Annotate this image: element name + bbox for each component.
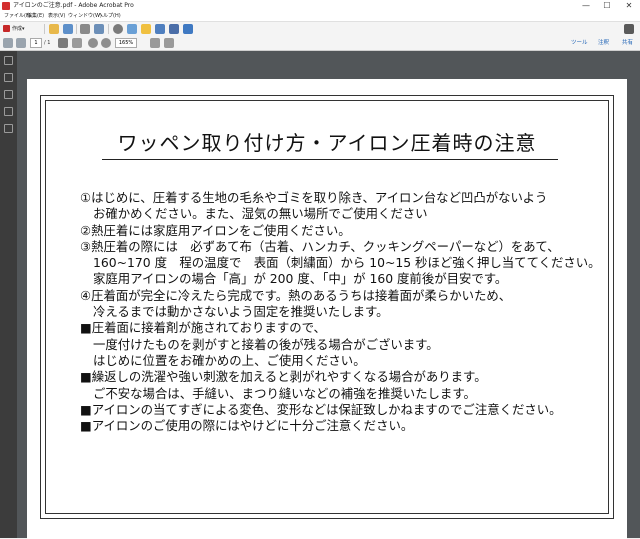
text-line: ③熱圧着の際には 必ずあて布（古着、ハンカチ、クッキングペーパーなど）をあて、 bbox=[80, 238, 560, 254]
page-number-input[interactable]: 1 bbox=[30, 38, 42, 48]
menu-edit[interactable]: 編集(E) bbox=[27, 12, 44, 21]
main-toolbar: 作成▾ bbox=[0, 21, 640, 37]
document-title: ワッペン取り付け方・アイロン圧着時の注意 bbox=[117, 131, 537, 155]
text-line: ■圧着面に接着剤が施されておりますので、 bbox=[80, 320, 326, 336]
share-icon[interactable] bbox=[155, 24, 165, 34]
form-icon[interactable] bbox=[183, 24, 193, 34]
document-icon[interactable] bbox=[169, 24, 179, 34]
text-line: ■アイロンのご使用の際にはやけどに十分ご注意ください。 bbox=[80, 418, 414, 434]
navigation-pane bbox=[0, 51, 17, 538]
zoom-level-input[interactable]: 165% bbox=[115, 38, 137, 48]
text-line: ■繰返しの洗濯や強い刺激を加えると剥がれやすくなる場合があります。 bbox=[80, 369, 487, 385]
fit-page-icon[interactable] bbox=[150, 38, 160, 48]
text-line: ご不安な場合は、手縫い、まつり縫いなどの補強を推奨いたします。 bbox=[93, 385, 476, 401]
text-line: ■アイロンの当てすぎによる変色、変形などは保証致しかねますのでご注意ください。 bbox=[80, 401, 562, 417]
select-cursor-icon[interactable] bbox=[58, 38, 68, 48]
acrobat-app-icon bbox=[2, 2, 10, 10]
toolbar-divider bbox=[44, 24, 45, 34]
page-border-inner: ワッペン取り付け方・アイロン圧着時の注意 ①はじめに、圧着する生地の毛糸やゴミを… bbox=[45, 100, 609, 514]
open-folder-icon[interactable] bbox=[49, 24, 59, 34]
signatures-icon[interactable] bbox=[4, 124, 13, 133]
page-border-outer: ワッペン取り付け方・アイロン圧着時の注意 ①はじめに、圧着する生地の毛糸やゴミを… bbox=[40, 95, 614, 519]
navigation-toolbar: 1 / 1 165% ツール 注釈 共有 bbox=[0, 36, 640, 51]
pdf-page: ワッペン取り付け方・アイロン圧着時の注意 ①はじめに、圧着する生地の毛糸やゴミを… bbox=[27, 79, 627, 539]
text-line: はじめに位置をお確かめの上、ご使用ください。 bbox=[93, 352, 366, 368]
hand-tool-icon[interactable] bbox=[72, 38, 82, 48]
page-total: / 1 bbox=[44, 40, 51, 46]
customize-toolbar-icon[interactable] bbox=[624, 24, 634, 34]
menu-bar: ファイル(F) 編集(E) 表示(V) ウィンドウ(W) ヘルプ(H) bbox=[0, 12, 640, 21]
text-line: ①はじめに、圧着する生地の毛糸やゴミを取り除き、アイロン台など凹凸がないよう bbox=[80, 190, 548, 205]
close-button[interactable]: ✕ bbox=[620, 0, 638, 12]
email-icon[interactable] bbox=[94, 24, 104, 34]
save-icon[interactable] bbox=[63, 24, 73, 34]
text-line: 一度付けたものを剥がすと接着の後が残る場合がございます。 bbox=[93, 336, 439, 352]
title-underline bbox=[102, 159, 558, 160]
layers-icon[interactable] bbox=[4, 107, 13, 116]
comment-link[interactable]: 注釈 bbox=[598, 38, 609, 48]
document-body: ①はじめに、圧着する生地の毛糸やゴミを取り除き、アイロン台など凹凸がないよう お… bbox=[80, 190, 601, 434]
fit-width-icon[interactable] bbox=[164, 38, 174, 48]
menu-window[interactable]: ウィンドウ(W) bbox=[68, 12, 102, 21]
chevron-down-icon: ▾ bbox=[22, 26, 25, 32]
bookmarks-icon[interactable] bbox=[4, 73, 13, 82]
text-line: 160~170 度 程の温度で 表面（刺繍面）から 10~15 秒ほど強く押し当… bbox=[93, 255, 601, 271]
tools-link[interactable]: ツール bbox=[571, 38, 588, 48]
previous-page-icon[interactable] bbox=[3, 38, 13, 48]
document-viewer[interactable]: ワッペン取り付け方・アイロン圧着時の注意 ①はじめに、圧着する生地の毛糸やゴミを… bbox=[17, 51, 640, 539]
menu-help[interactable]: ヘルプ(H) bbox=[98, 12, 121, 21]
zoom-out-icon[interactable] bbox=[88, 38, 98, 48]
attachments-icon[interactable] bbox=[4, 90, 13, 99]
create-label: 作成 bbox=[12, 26, 23, 32]
create-pdf-icon bbox=[3, 25, 10, 32]
menu-view[interactable]: 表示(V) bbox=[48, 12, 65, 21]
share-link[interactable]: 共有 bbox=[622, 38, 633, 48]
next-page-icon[interactable] bbox=[16, 38, 26, 48]
toolbar-divider bbox=[76, 24, 77, 34]
toolbar-divider bbox=[108, 24, 109, 34]
text-line: 冷えるまでは動かさないよう固定を推奨いたします。 bbox=[93, 304, 389, 320]
settings-icon[interactable] bbox=[113, 24, 123, 34]
create-button[interactable]: 作成▾ bbox=[3, 24, 37, 34]
upload-icon[interactable] bbox=[127, 24, 137, 34]
page-thumbnails-icon[interactable] bbox=[4, 56, 13, 65]
text-line: 家庭用アイロンの場合「高」が 200 度、「中」が 160 度前後が目安です。 bbox=[93, 271, 508, 287]
text-line: お確かめください。また、湿気の無い場所でご使用ください bbox=[93, 206, 428, 222]
minimize-button[interactable]: — bbox=[577, 0, 595, 12]
window-title: アイロンのご注意.pdf - Adobe Acrobat Pro bbox=[13, 2, 134, 9]
zoom-in-icon[interactable] bbox=[101, 38, 111, 48]
maximize-button[interactable]: ☐ bbox=[598, 0, 616, 12]
text-line: ④圧着面が完全に冷えたら完成です。熱のあるうちは接着面が柔らかいため、 bbox=[80, 287, 512, 303]
print-icon[interactable] bbox=[80, 24, 90, 34]
text-line: ②熱圧着には家庭用アイロンをご使用ください。 bbox=[80, 222, 351, 238]
comment-icon[interactable] bbox=[141, 24, 151, 34]
